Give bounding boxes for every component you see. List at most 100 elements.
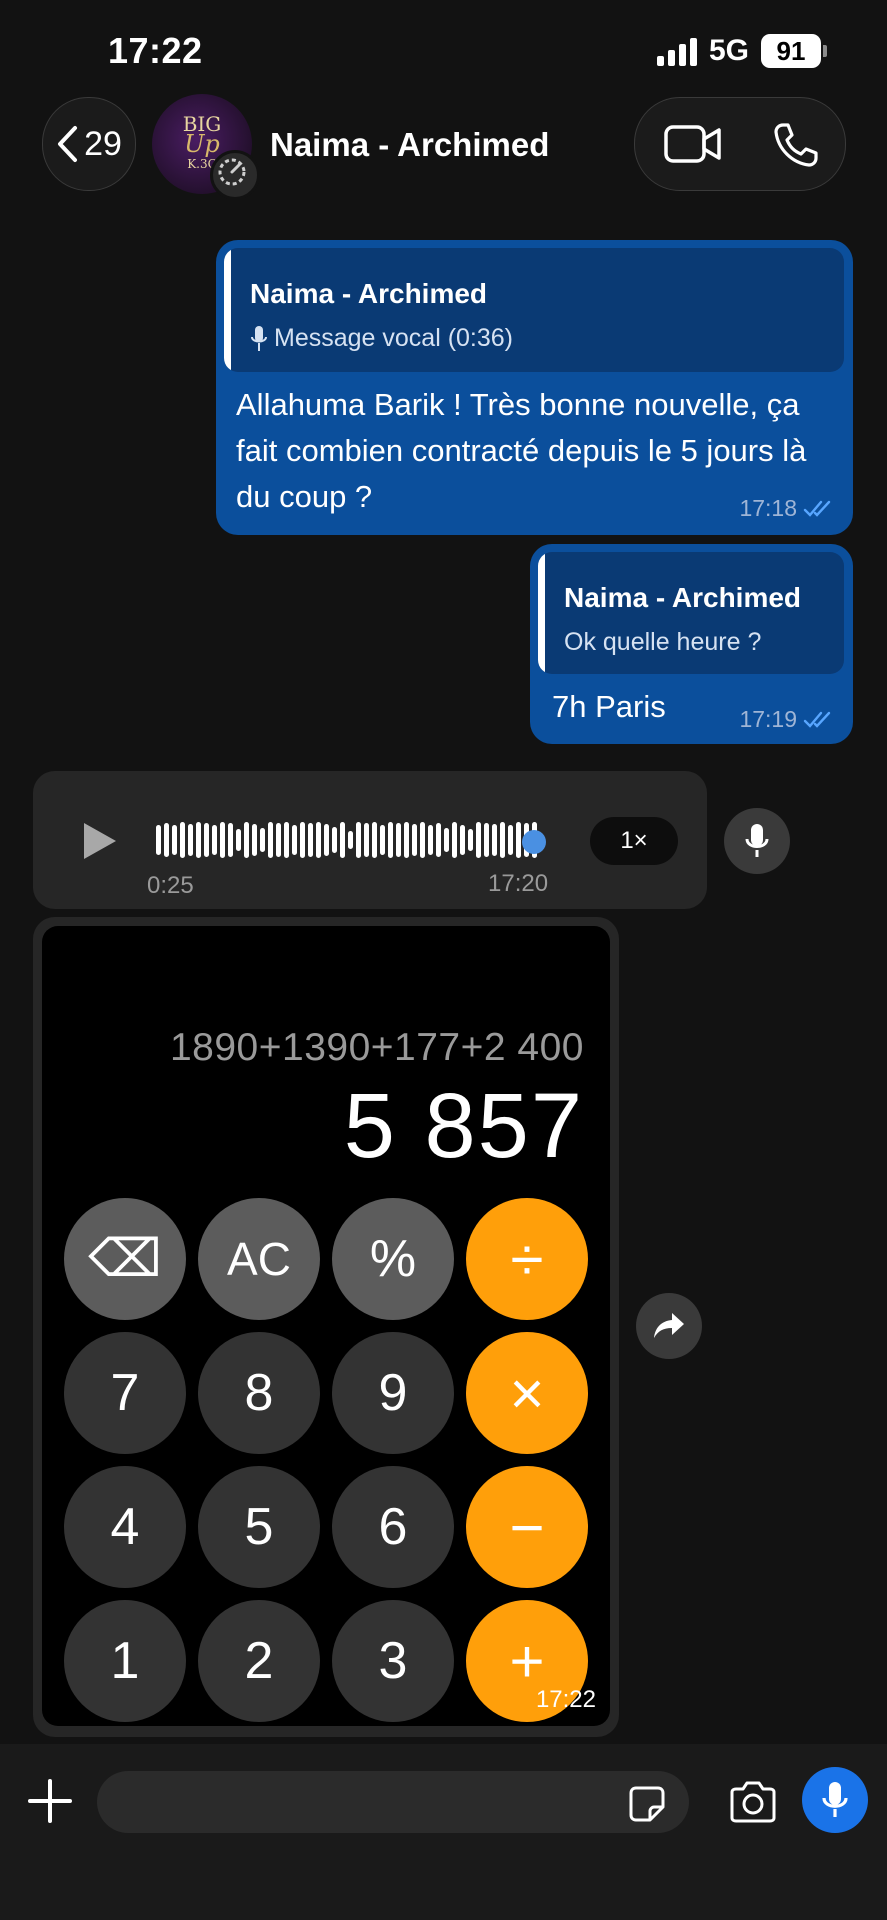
camera-icon[interactable] (728, 1780, 778, 1824)
message-meta: 17:18 (739, 495, 835, 522)
waveform-bar (500, 822, 505, 858)
waveform-bar (484, 823, 489, 857)
playback-speed-button[interactable]: 1× (590, 817, 678, 865)
status-time: 17:22 (108, 30, 203, 71)
waveform-bar (236, 829, 241, 851)
plus-icon[interactable] (26, 1777, 74, 1825)
digit-key-4: 4 (64, 1466, 186, 1588)
waveform-bar (188, 824, 193, 856)
waveform-bar (316, 822, 321, 858)
waveform-bar (340, 822, 345, 858)
digit-key-3: 3 (332, 1600, 454, 1722)
double-check-icon (803, 711, 831, 728)
waveform-bar (460, 825, 465, 855)
quote-text: Ok quelle heure ? (564, 628, 762, 656)
waveform-bar (436, 823, 441, 857)
unread-count: 29 (84, 124, 122, 163)
waveform[interactable] (156, 820, 537, 860)
signal-icon (656, 36, 697, 66)
waveform-bar (404, 822, 409, 858)
waveform-bar (476, 822, 481, 858)
message-text: 7h Paris (552, 689, 666, 724)
digit-key-2: 2 (198, 1600, 320, 1722)
waveform-bar (276, 823, 281, 857)
digit-key-9: 9 (332, 1332, 454, 1454)
waveform-bar (452, 822, 457, 858)
quote-author: Naima - Archimed (250, 278, 488, 309)
transcribe-button[interactable] (724, 808, 790, 874)
waveform-bar (364, 823, 369, 857)
waveform-bar (300, 822, 305, 858)
multiply-key: × (466, 1332, 588, 1454)
quoted-message[interactable]: Naima - Archimed Ok quelle heure ? (538, 552, 844, 674)
calculator-screenshot[interactable]: 1890+1390+177+2 400 5 857 ⌫ AC% ÷ 7 8 9 × 4 5 6− 1… (42, 926, 610, 1726)
waveform-bar (420, 822, 425, 858)
waveform-bar (396, 823, 401, 857)
quote-author: Naima - Archimed (564, 582, 802, 613)
phone-icon[interactable] (773, 122, 819, 168)
waveform-bar (516, 822, 521, 858)
waveform-bar (348, 831, 353, 849)
message-meta: 17:19 (739, 706, 835, 733)
waveform-bar (204, 823, 209, 857)
quoted-message[interactable]: Naima - Archimed Message vocal (0:36) (224, 248, 844, 372)
waveform-bar (428, 825, 433, 855)
percent-key: % (332, 1198, 454, 1320)
forward-button[interactable] (636, 1293, 702, 1359)
waveform-bar (468, 829, 473, 851)
waveform-bar (444, 828, 449, 852)
message-time: 17:18 (739, 495, 797, 521)
digit-key-7: 7 (64, 1332, 186, 1454)
microphone-icon (251, 325, 267, 351)
waveform-bar (380, 825, 385, 855)
contact-name[interactable]: Naima - Archimed (270, 126, 549, 164)
waveform-bar (172, 825, 177, 855)
battery-level: 91 (761, 34, 821, 68)
waveform-bar (284, 822, 289, 858)
quote-text: Message vocal (0:36) (274, 324, 514, 352)
playback-scrubber[interactable] (522, 830, 546, 854)
status-indicators: 5G 91 (656, 34, 827, 68)
waveform-bar (356, 822, 361, 858)
voice-time: 17:20 (488, 870, 549, 897)
waveform-bar (492, 824, 497, 856)
waveform-bar (268, 822, 273, 858)
back-button[interactable]: 29 (42, 97, 136, 191)
waveform-bar (508, 825, 513, 855)
waveform-bar (324, 824, 329, 856)
digit-key-5: 5 (198, 1466, 320, 1588)
image-time: 17:22 (535, 1686, 596, 1713)
waveform-bar (292, 825, 297, 855)
message-bubble[interactable]: Naima - Archimed Message vocal (0:36) Al… (216, 240, 853, 535)
waveform-bar (332, 827, 337, 853)
play-icon[interactable] (80, 820, 120, 862)
waveform-bar (156, 825, 161, 855)
waveform-bar (220, 822, 225, 858)
minus-key: − (466, 1466, 588, 1588)
waveform-bar (196, 822, 201, 858)
waveform-bar (228, 823, 233, 857)
sticker-icon[interactable] (628, 1785, 666, 1823)
waveform-bar (164, 823, 169, 857)
call-actions (634, 97, 846, 191)
calc-result: 5 857 (343, 1075, 584, 1177)
battery-icon: 91 (761, 34, 827, 68)
waveform-bar (244, 822, 249, 858)
digit-key-1: 1 (64, 1600, 186, 1722)
waveform-bar (372, 822, 377, 858)
waveform-bar (260, 828, 265, 852)
disappearing-timer-icon (210, 150, 260, 200)
waveform-bar (308, 823, 313, 857)
message-bubble[interactable]: Naima - Archimed Ok quelle heure ? 7h Pa… (530, 544, 853, 744)
record-voice-button[interactable] (802, 1767, 868, 1833)
waveform-bar (180, 822, 185, 858)
voice-duration: 0:25 (147, 872, 194, 899)
message-input[interactable] (97, 1771, 689, 1833)
network-label: 5G (708, 34, 749, 67)
waveform-bar (252, 824, 257, 856)
waveform-bar (388, 822, 393, 858)
clear-key: AC (198, 1198, 320, 1320)
divide-key: ÷ (466, 1198, 588, 1320)
video-call-icon[interactable] (663, 122, 723, 166)
forward-arrow-icon (654, 1313, 684, 1338)
